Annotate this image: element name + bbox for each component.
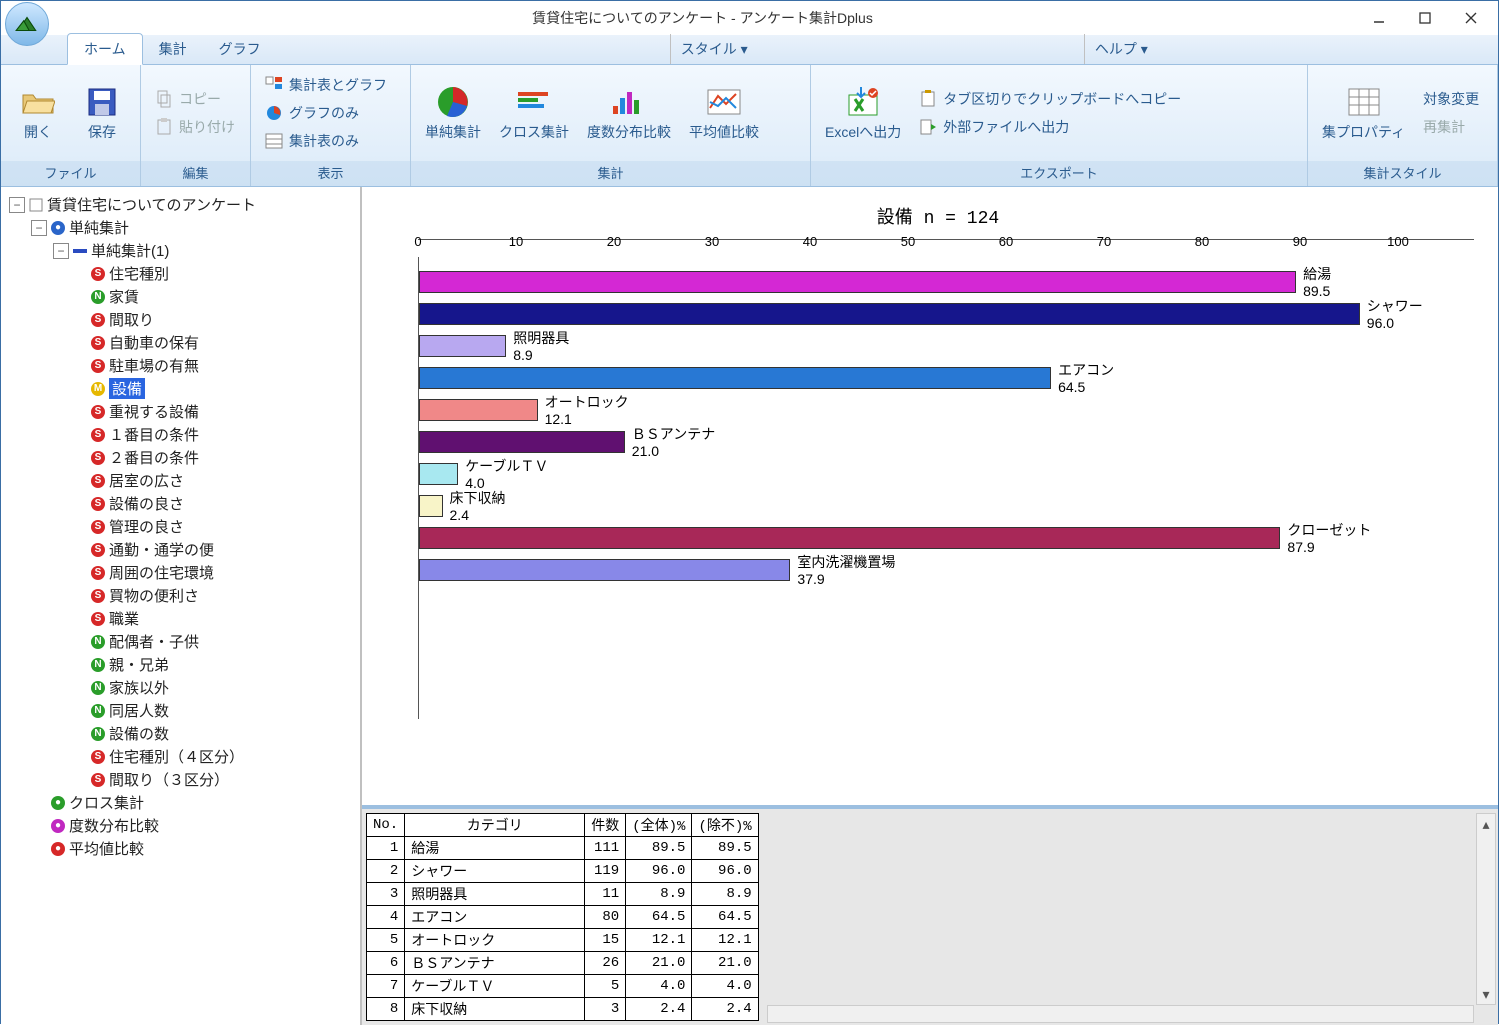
tree-panel[interactable]: −賃貸住宅についてのアンケート −●単純集計 −単純集計(1) S住宅種別N家賃… <box>1 187 361 1025</box>
view-graph-only[interactable]: グラフのみ <box>259 100 393 126</box>
reaggregate-button[interactable]: 再集計 <box>1417 114 1485 140</box>
chart-bar: ケーブルＴＶ4.0 <box>418 457 1474 489</box>
mean-compare-button[interactable]: 平均値比較 <box>683 80 765 146</box>
menubar: ホーム 集計 グラフ スタイル ▾ ヘルプ ▾ <box>1 35 1498 65</box>
table-row[interactable]: 6ＢＳアンテナ2621.021.0 <box>367 952 759 975</box>
tree-item[interactable]: N設備の数 <box>9 722 360 745</box>
open-button[interactable]: 開く <box>9 80 67 146</box>
vertical-scrollbar[interactable]: ▴▾ <box>1476 813 1496 1005</box>
group-file-label: ファイル <box>1 161 140 186</box>
simple-agg-button[interactable]: 単純集計 <box>419 80 487 146</box>
tree-item[interactable]: S通勤・通学の便 <box>9 538 360 561</box>
ribbon: 開く 保存 ファイル コピー 貼り付け 編集 集計表とグラフ グラフのみ 集計表… <box>1 65 1498 187</box>
chart-bar: 照明器具8.9 <box>418 329 1474 361</box>
tree-item[interactable]: S住宅種別（４区分） <box>9 745 360 768</box>
tree-simple[interactable]: −●単純集計 <box>9 216 360 239</box>
copy-button[interactable]: コピー <box>149 86 241 112</box>
titlebar: 賃貸住宅についてのアンケート - アンケート集計Dplus <box>1 1 1498 35</box>
menu-style[interactable]: スタイル ▾ <box>670 34 1084 64</box>
tree-item[interactable]: N同居人数 <box>9 699 360 722</box>
window-title: 賃貸住宅についてのアンケート - アンケート集計Dplus <box>49 8 1356 28</box>
tree-mean[interactable]: ●平均値比較 <box>9 837 360 860</box>
chart-bar: ＢＳアンテナ21.0 <box>418 425 1474 457</box>
table-area: No.カテゴリ件数(全体)%(除不)%1給湯11189.589.52シャワー11… <box>362 805 1498 1025</box>
chart-bar: 床下収納2.4 <box>418 489 1474 521</box>
freq-dist-button[interactable]: 度数分布比較 <box>581 80 677 146</box>
tree-item[interactable]: S設備の良さ <box>9 492 360 515</box>
menu-help[interactable]: ヘルプ ▾ <box>1084 34 1498 64</box>
close-button[interactable] <box>1448 3 1494 33</box>
tree-item[interactable]: S１番目の条件 <box>9 423 360 446</box>
chart-bar: 室内洗濯機置場37.9 <box>418 553 1474 585</box>
tab-home[interactable]: ホーム <box>67 33 143 65</box>
tree-item[interactable]: N家賃 <box>9 285 360 308</box>
app-logo <box>5 2 49 46</box>
tree-item[interactable]: S職業 <box>9 607 360 630</box>
table-row[interactable]: 1給湯11189.589.5 <box>367 837 759 860</box>
tab-graph[interactable]: グラフ <box>203 34 277 64</box>
tree-cross[interactable]: ●クロス集計 <box>9 791 360 814</box>
tree-freq[interactable]: ●度数分布比較 <box>9 814 360 837</box>
chart-bar: シャワー96.0 <box>418 297 1474 329</box>
table-row[interactable]: 8床下収納32.42.4 <box>367 998 759 1021</box>
tree-item[interactable]: S間取り <box>9 308 360 331</box>
change-target-button[interactable]: 対象変更 <box>1417 86 1485 112</box>
chart-title: 設備 n = 124 <box>402 199 1474 239</box>
tree-item[interactable]: S住宅種別 <box>9 262 360 285</box>
chart-bar: クローゼット87.9 <box>418 521 1474 553</box>
tree-item[interactable]: N家族以外 <box>9 676 360 699</box>
file-export-button[interactable]: 外部ファイルへ出力 <box>913 114 1187 140</box>
chart-bar: 給湯89.5 <box>418 265 1474 297</box>
tree-item[interactable]: S居室の広さ <box>9 469 360 492</box>
tree-item[interactable]: S周囲の住宅環境 <box>9 561 360 584</box>
save-button[interactable]: 保存 <box>73 80 131 146</box>
tree-item[interactable]: S買物の便利さ <box>9 584 360 607</box>
table-row[interactable]: 4エアコン8064.564.5 <box>367 906 759 929</box>
tree-item[interactable]: S重視する設備 <box>9 400 360 423</box>
excel-export-button[interactable]: Excelへ出力 <box>819 80 907 146</box>
table-row[interactable]: 3照明器具118.98.9 <box>367 883 759 906</box>
data-table: No.カテゴリ件数(全体)%(除不)%1給湯11189.589.52シャワー11… <box>366 813 759 1021</box>
properties-button[interactable]: 集プロパティ <box>1316 80 1411 146</box>
table-row[interactable]: 2シャワー11996.096.0 <box>367 860 759 883</box>
clipboard-export-button[interactable]: タブ区切りでクリップボードへコピー <box>913 86 1187 112</box>
horizontal-scrollbar[interactable] <box>767 1005 1474 1023</box>
cross-agg-button[interactable]: クロス集計 <box>493 80 575 146</box>
tree-item[interactable]: N配偶者・子供 <box>9 630 360 653</box>
table-row[interactable]: 5オートロック1512.112.1 <box>367 929 759 952</box>
tree-simple1[interactable]: −単純集計(1) <box>9 239 360 262</box>
table-row[interactable]: 7ケーブルＴＶ54.04.0 <box>367 975 759 998</box>
chart-bar: エアコン64.5 <box>418 361 1474 393</box>
tree-item[interactable]: S自動車の保有 <box>9 331 360 354</box>
x-axis: 0102030405060708090100 <box>418 239 1474 257</box>
tree-item[interactable]: S管理の良さ <box>9 515 360 538</box>
paste-button[interactable]: 貼り付け <box>149 114 241 140</box>
chart-area: 設備 n = 124 0102030405060708090100 給湯89.5… <box>362 187 1498 805</box>
tree-item[interactable]: S駐車場の有無 <box>9 354 360 377</box>
view-table-graph[interactable]: 集計表とグラフ <box>259 72 393 98</box>
tree-item[interactable]: S２番目の条件 <box>9 446 360 469</box>
view-table-only[interactable]: 集計表のみ <box>259 128 393 154</box>
minimize-button[interactable] <box>1356 3 1402 33</box>
tree-item[interactable]: N親・兄弟 <box>9 653 360 676</box>
maximize-button[interactable] <box>1402 3 1448 33</box>
tree-root[interactable]: −賃貸住宅についてのアンケート <box>9 193 360 216</box>
tree-item[interactable]: S間取り（３区分） <box>9 768 360 791</box>
chart-bar: オートロック12.1 <box>418 393 1474 425</box>
tab-aggregate[interactable]: 集計 <box>143 34 203 64</box>
tree-item[interactable]: M設備 <box>9 377 360 400</box>
